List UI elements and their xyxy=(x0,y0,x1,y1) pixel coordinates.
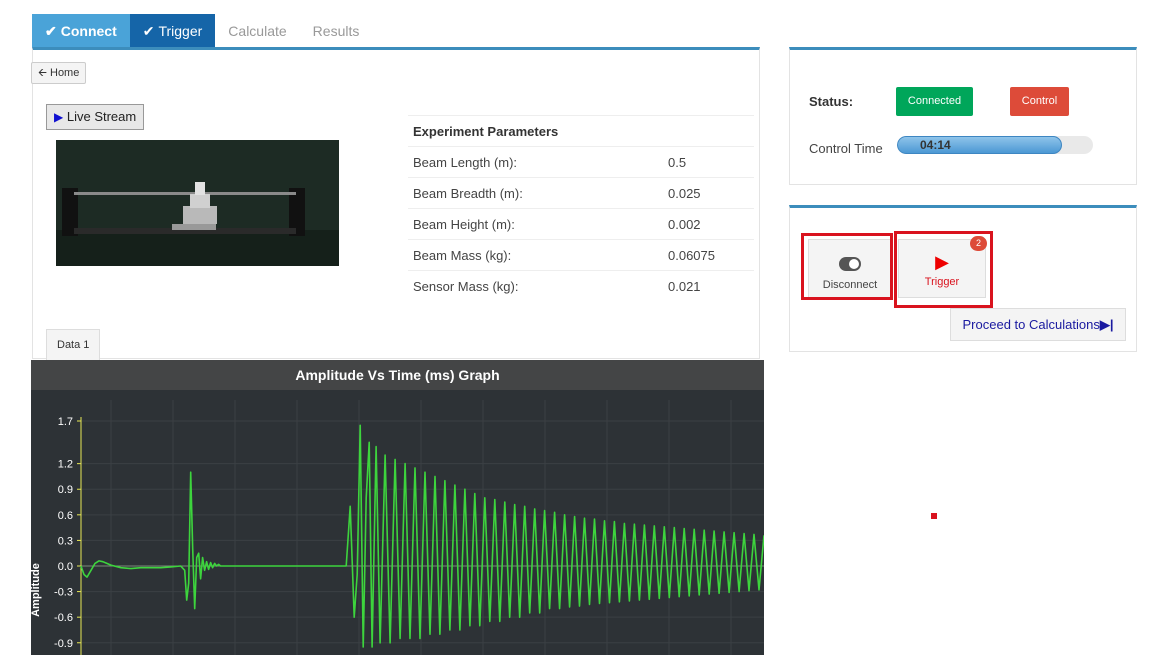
arrow-left-icon: 🡨 xyxy=(38,67,47,79)
y-tick-label: -0.6 xyxy=(54,612,73,624)
table-row: Sensor Mass (kg): 0.021 xyxy=(408,270,754,302)
param-label: Beam Mass (kg): xyxy=(408,239,663,271)
status-label: Status: xyxy=(809,94,854,109)
control-time-value: 04:14 xyxy=(897,136,1062,154)
live-stream-label: Live Stream xyxy=(66,109,137,124)
y-tick-label: -0.3 xyxy=(54,587,73,599)
tab-calculate[interactable]: Calculate xyxy=(215,14,299,48)
parameters-heading: Experiment Parameters xyxy=(408,115,754,147)
home-button-label: Home xyxy=(50,67,80,79)
param-label: Sensor Mass (kg): xyxy=(408,270,663,302)
tab-connect-label: Connect xyxy=(60,23,117,39)
connected-button[interactable]: Connected xyxy=(896,87,973,116)
y-axis-label: Amplitude xyxy=(31,563,42,617)
check-icon: ✔ xyxy=(45,23,57,39)
param-label: Beam Length (m): xyxy=(408,146,663,178)
tab-results-label: Results xyxy=(312,23,360,39)
y-tick-label: 0.9 xyxy=(58,484,73,496)
step-forward-icon: ▶| xyxy=(1099,317,1114,332)
home-button[interactable]: 🡨 Home xyxy=(31,62,87,84)
amplitude-chart: Amplitude Vs Time (ms) Graph 1.7 1.2 0.9 0.… xyxy=(31,360,764,655)
control-button[interactable]: Control xyxy=(1010,87,1069,116)
check-icon: ✔ xyxy=(142,23,155,39)
camera-scene xyxy=(56,140,339,266)
y-tick-label: -0.9 xyxy=(54,638,73,650)
app-root: ✔ Connect ✔ Trigger Calculate Results 🡨 Ho… xyxy=(0,0,1170,655)
tab-trigger[interactable]: ✔ Trigger xyxy=(129,14,216,48)
table-row: Beam Length (m): 0.5 xyxy=(408,146,754,178)
wizard-tabs: ✔ Connect ✔ Trigger Calculate Results xyxy=(32,14,372,48)
proceed-button[interactable]: Proceed to Calculations▶| xyxy=(950,308,1126,341)
tab-calculate-label: Calculate xyxy=(228,23,287,39)
trigger-highlight xyxy=(894,231,993,308)
param-label: Beam Height (m): xyxy=(408,208,663,240)
table-row: Beam Breadth (m): 0.025 xyxy=(408,177,754,209)
marker-dot xyxy=(931,513,937,519)
data-tab-button[interactable]: Data 1 xyxy=(46,329,101,360)
chart-plot: 1.7 1.2 0.9 0.6 0.3 0.0 -0.3 -0.6 -0.9 Amplitude xyxy=(31,390,764,655)
disconnect-highlight xyxy=(801,233,893,300)
tab-trigger-label: Trigger xyxy=(158,23,203,39)
proceed-label: Proceed to Calculations xyxy=(962,317,1100,332)
table-row: Beam Height (m): 0.002 xyxy=(408,208,754,240)
tab-connect[interactable]: ✔ Connect xyxy=(32,14,130,48)
param-value: 0.021 xyxy=(663,270,754,302)
parameters-table: Experiment Parameters Beam Length (m): 0.… xyxy=(408,115,754,302)
y-tick-label: 0.3 xyxy=(58,535,73,547)
status-panel xyxy=(789,47,1137,185)
param-value: 0.025 xyxy=(663,177,754,209)
play-icon: ▶ xyxy=(54,110,64,124)
y-tick-label: 1.7 xyxy=(58,416,73,428)
table-row: Beam Mass (kg): 0.06075 xyxy=(408,239,754,271)
param-value: 0.002 xyxy=(663,208,754,240)
y-tick-label: 0.6 xyxy=(58,510,73,522)
param-value: 0.06075 xyxy=(663,239,754,271)
control-time-progress: 04:14 xyxy=(897,136,1093,154)
y-tick-label: 1.2 xyxy=(58,459,73,471)
tab-results[interactable]: Results xyxy=(300,14,373,48)
y-tick-label: 0.0 xyxy=(58,561,73,573)
camera-image xyxy=(56,140,339,266)
param-label: Beam Breadth (m): xyxy=(408,177,663,209)
param-value: 0.5 xyxy=(663,146,754,178)
table-header-row: Experiment Parameters xyxy=(408,115,754,147)
control-time-label: Control Time xyxy=(809,141,883,156)
chart-title: Amplitude Vs Time (ms) Graph xyxy=(31,360,764,390)
live-stream-button[interactable]: ▶ Live Stream xyxy=(46,104,145,130)
